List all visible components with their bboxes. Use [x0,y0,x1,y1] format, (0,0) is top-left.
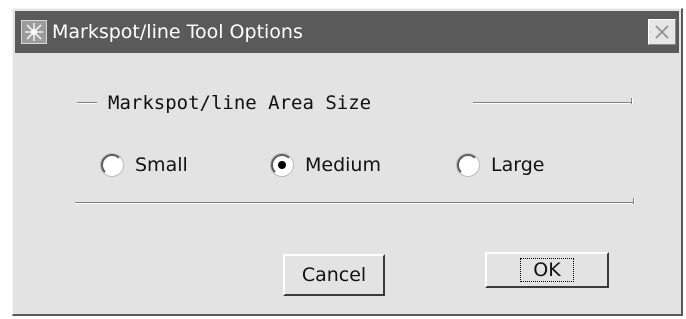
cancel-button-label: Cancel [301,264,367,286]
group-frame-top-right [473,102,633,104]
radio-large-label: Large [491,154,545,176]
app-star-icon [21,20,47,44]
radio-large[interactable]: Large [457,150,544,180]
radio-selected-dot [278,161,286,169]
group-frame-top-left [77,102,97,104]
group-frame-bottom [75,202,635,204]
tool-options-dialog: Markspot/line Tool Options Markspot/line… [12,8,683,316]
radio-medium-indicator[interactable] [271,154,293,176]
window-title: Markspot/line Tool Options [52,21,303,43]
group-frame-corner [631,98,633,104]
radio-medium-label: Medium [305,154,381,176]
radio-small-indicator[interactable] [101,154,123,176]
radio-small-label: Small [135,154,188,176]
close-button[interactable] [648,19,676,45]
group-frame-bottom-corner [633,198,635,204]
close-x-icon [649,20,675,44]
radio-small[interactable]: Small [101,150,188,180]
ok-button-label: OK [520,258,574,282]
ok-button[interactable]: OK [485,252,609,288]
group-title: Markspot/line Area Size [108,92,372,114]
radio-large-indicator[interactable] [457,154,479,176]
title-bar[interactable]: Markspot/line Tool Options [15,11,679,53]
radio-medium[interactable]: Medium [271,150,381,180]
cancel-button[interactable]: Cancel [283,254,385,296]
